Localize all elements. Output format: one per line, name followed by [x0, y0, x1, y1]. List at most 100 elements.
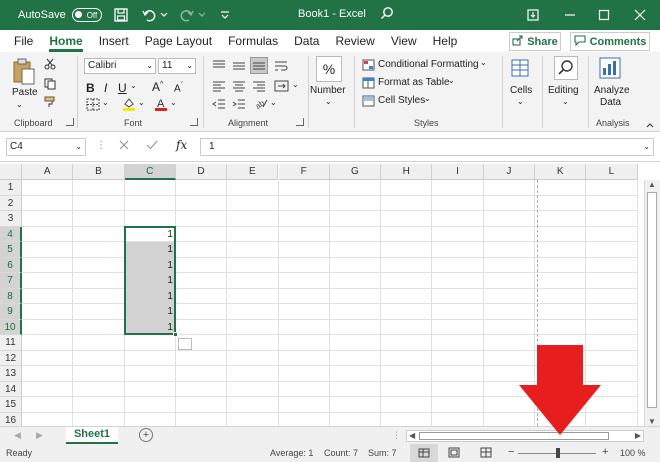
merge-dropdown-icon[interactable]: ⌄ — [292, 80, 299, 89]
editing-dropdown-icon[interactable]: ⌄ — [562, 97, 569, 106]
vertical-scrollbar[interactable]: ▲ ▼ — [644, 180, 660, 426]
align-center-icon[interactable] — [232, 80, 246, 95]
search-icon[interactable] — [380, 6, 394, 23]
row-header-14[interactable]: 14 — [0, 381, 22, 397]
redo-icon[interactable] — [178, 6, 196, 24]
increase-font-icon[interactable]: A^ — [152, 80, 163, 94]
cells-label[interactable]: Cells — [510, 85, 532, 96]
font-color-icon[interactable]: A — [154, 97, 168, 114]
tab-data[interactable]: Data — [286, 30, 327, 52]
enter-check-icon[interactable] — [146, 139, 158, 154]
tab-review[interactable]: Review — [327, 30, 382, 52]
row-header-11[interactable]: 11 — [0, 335, 22, 351]
undo-dropdown-icon[interactable] — [160, 6, 168, 24]
row-header-3[interactable]: 3 — [0, 211, 22, 227]
column-header-d[interactable]: D — [175, 164, 228, 180]
cell-c7[interactable]: 1 — [125, 273, 176, 289]
format-painter-icon[interactable] — [44, 96, 58, 111]
tab-insert[interactable]: Insert — [91, 30, 137, 52]
scroll-up-icon[interactable]: ▲ — [648, 180, 656, 189]
comments-button[interactable]: Comments — [570, 32, 650, 51]
cell-styles-dropdown-icon[interactable]: ⌄ — [424, 94, 431, 103]
page-layout-view-icon[interactable] — [448, 447, 460, 460]
undo-icon[interactable] — [140, 6, 158, 24]
prev-sheet-icon[interactable]: ◀ — [14, 430, 21, 441]
column-header-l[interactable]: L — [586, 164, 638, 180]
font-launcher-icon[interactable] — [190, 118, 198, 126]
font-name-box[interactable]: Calibri ⌄ — [84, 58, 156, 74]
increase-indent-icon[interactable] — [232, 98, 246, 113]
column-header-h[interactable]: H — [381, 164, 433, 180]
normal-view-icon[interactable] — [410, 444, 438, 462]
zoom-out-button[interactable]: − — [508, 446, 514, 458]
clipboard-launcher-icon[interactable] — [66, 118, 74, 126]
column-header-g[interactable]: G — [329, 164, 382, 180]
row-header-16[interactable]: 16 — [0, 412, 22, 426]
name-box[interactable]: C4 ⌄ — [6, 138, 86, 156]
number-dropdown-icon[interactable]: ⌄ — [325, 97, 332, 106]
orientation-icon[interactable]: ab — [254, 97, 268, 113]
orientation-dropdown-icon[interactable]: ⌄ — [270, 98, 277, 107]
cut-icon[interactable] — [44, 58, 56, 73]
row-header-4[interactable]: 4 — [0, 226, 22, 242]
page-break-view-icon[interactable] — [480, 447, 492, 460]
row-header-1[interactable]: 1 — [0, 180, 22, 196]
row-header-13[interactable]: 13 — [0, 366, 22, 382]
conditional-formatting-dropdown-icon[interactable]: ⌄ — [480, 58, 487, 67]
cells-icon[interactable] — [510, 58, 530, 81]
share-button[interactable]: Share — [509, 32, 561, 51]
insert-function-icon[interactable]: fx — [176, 138, 187, 152]
borders-dropdown-icon[interactable]: ⌄ — [102, 98, 109, 107]
align-right-icon[interactable] — [252, 80, 266, 95]
vertical-dots-icon[interactable]: ⋮ — [96, 140, 106, 151]
row-header-10[interactable]: 10 — [0, 319, 22, 335]
column-header-i[interactable]: I — [432, 164, 484, 180]
format-as-table-label[interactable]: Format as Table — [378, 77, 450, 88]
sheet-tab-sheet1[interactable]: Sheet1 — [66, 427, 118, 444]
tab-help[interactable]: Help — [425, 30, 466, 52]
analyze-data-label-2[interactable]: Data — [600, 97, 621, 108]
analyze-data-icon[interactable] — [598, 56, 622, 83]
column-header-b[interactable]: B — [73, 164, 125, 180]
paste-icon[interactable] — [12, 58, 36, 89]
align-top-icon[interactable] — [212, 60, 226, 75]
customize-toolbar-icon[interactable] — [216, 6, 234, 24]
add-sheet-icon[interactable]: + — [139, 428, 153, 442]
row-header-6[interactable]: 6 — [0, 257, 22, 273]
wrap-text-icon[interactable] — [274, 60, 288, 75]
cell-c5[interactable]: 1 — [125, 242, 176, 258]
fill-color-icon[interactable] — [122, 97, 136, 114]
column-header-c[interactable]: C — [124, 164, 176, 180]
conditional-formatting-icon[interactable] — [362, 59, 375, 74]
cell-styles-label[interactable]: Cell Styles — [378, 95, 425, 106]
borders-icon[interactable] — [86, 98, 100, 114]
underline-icon[interactable]: U — [118, 81, 127, 95]
tab-formulas[interactable]: Formulas — [220, 30, 286, 52]
alignment-launcher-icon[interactable] — [296, 118, 304, 126]
format-as-table-icon[interactable] — [362, 77, 375, 92]
zoom-slider-handle[interactable] — [556, 448, 560, 458]
paste-label[interactable]: Paste — [12, 87, 38, 98]
tab-page-layout[interactable]: Page Layout — [137, 30, 220, 52]
font-color-dropdown-icon[interactable]: ⌄ — [170, 98, 177, 107]
conditional-formatting-label[interactable]: Conditional Formatting — [378, 59, 479, 70]
column-header-f[interactable]: F — [278, 164, 330, 180]
maximize-icon[interactable] — [594, 5, 614, 25]
row-header-2[interactable]: 2 — [0, 195, 22, 211]
italic-icon[interactable]: I — [104, 81, 107, 95]
autosave-toggle[interactable]: Off — [71, 8, 102, 22]
tab-home[interactable]: Home — [41, 30, 90, 52]
column-header-a[interactable]: A — [22, 164, 74, 180]
scroll-left-icon[interactable]: ◀ — [409, 431, 415, 440]
tab-file[interactable]: File — [6, 30, 41, 52]
cell-c10[interactable]: 1 — [125, 320, 176, 336]
number-format-label[interactable]: Number — [310, 85, 346, 96]
copy-icon[interactable] — [44, 78, 58, 93]
cells-dropdown-icon[interactable]: ⌄ — [517, 97, 524, 106]
minimize-icon[interactable] — [560, 5, 580, 25]
cell-c8[interactable]: 1 — [125, 289, 176, 305]
row-header-8[interactable]: 8 — [0, 288, 22, 304]
zoom-in-button[interactable]: + — [602, 446, 608, 458]
fill-color-dropdown-icon[interactable]: ⌄ — [138, 98, 145, 107]
font-size-box[interactable]: 11 ⌄ — [158, 58, 196, 74]
